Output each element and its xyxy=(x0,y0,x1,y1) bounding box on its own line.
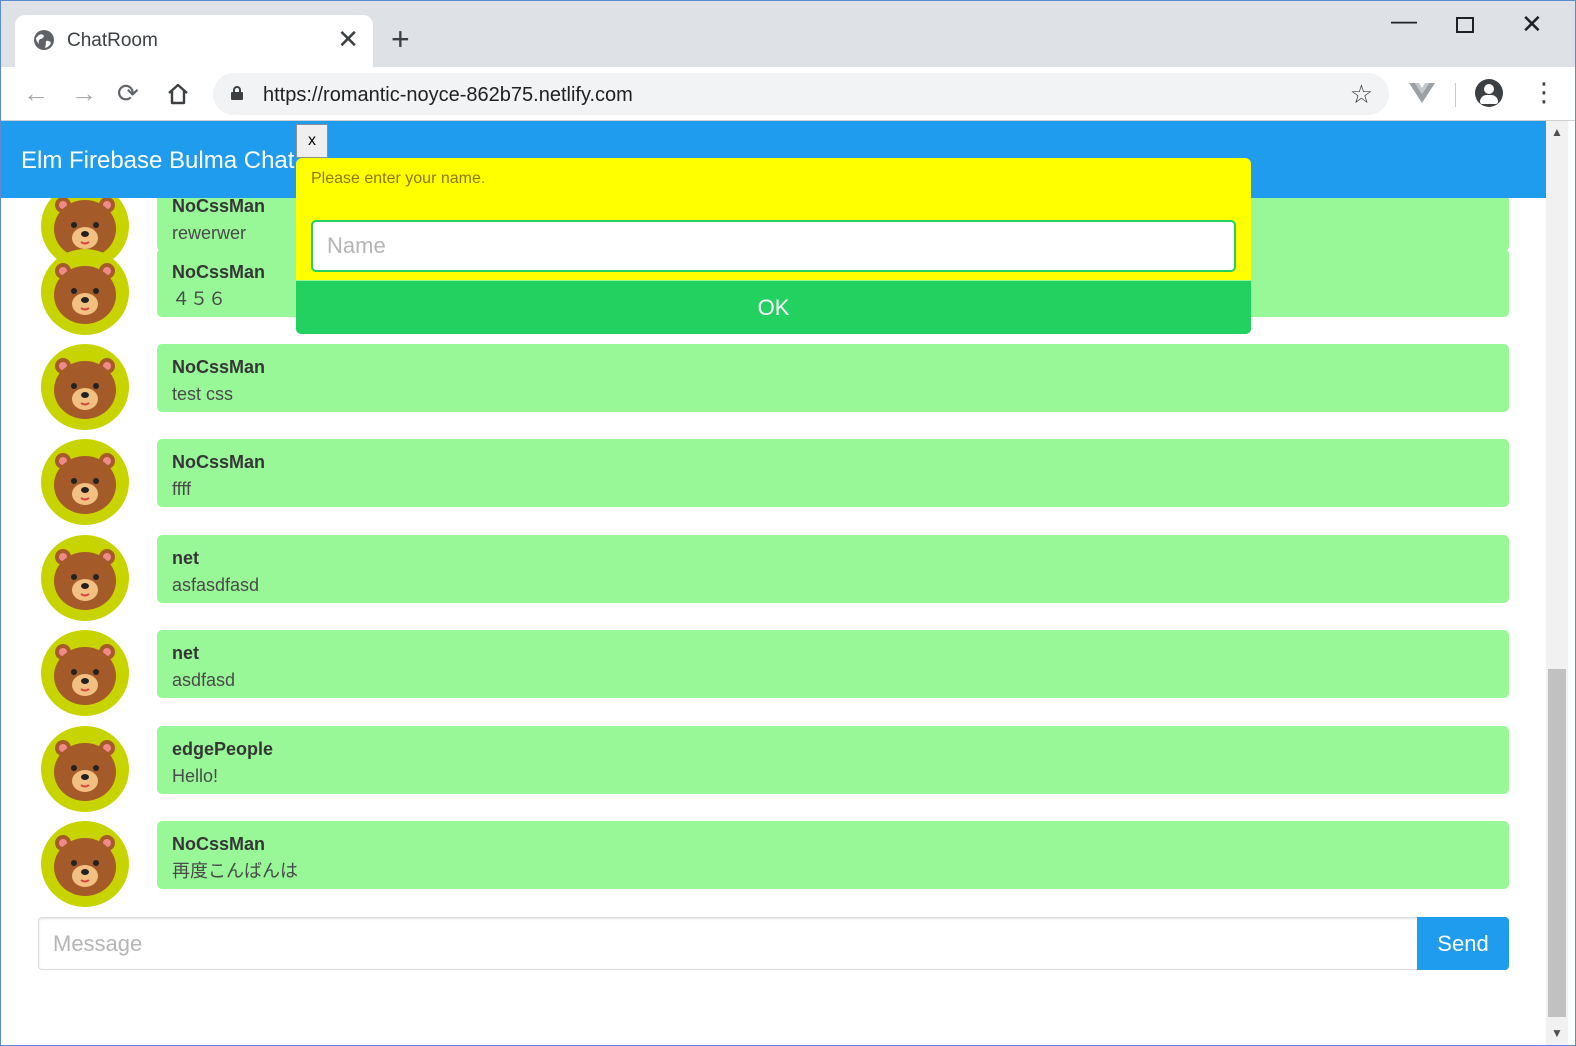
name-input[interactable] xyxy=(311,220,1236,272)
ok-button[interactable]: OK xyxy=(296,281,1251,334)
home-icon[interactable] xyxy=(165,81,191,107)
scroll-up-arrow-icon[interactable]: ▲ xyxy=(1551,125,1563,139)
browser-toolbar: ← → ⟳ https://romantic-noyce-862b75.netl… xyxy=(1,67,1575,121)
message-text: test css xyxy=(172,384,234,404)
lock-icon xyxy=(231,86,243,100)
page-viewport: NoCssMan rewerwer NoCssMan ４５６ NoCssMan … xyxy=(1,121,1546,1045)
message-item: NoCssMan test css xyxy=(41,344,1509,430)
modal-close-button[interactable]: x xyxy=(296,124,328,158)
message-author: edgePeople xyxy=(172,739,274,759)
window-close-button[interactable]: ✕ xyxy=(1521,9,1543,40)
name-prompt: Please enter your name. xyxy=(311,170,486,187)
message-author: NoCssMan xyxy=(172,834,266,854)
app-brand[interactable]: Elm Firebase Bulma Chat xyxy=(21,147,294,175)
bear-avatar xyxy=(41,249,129,335)
message-item: NoCssMan ffff xyxy=(41,439,1509,525)
bear-avatar xyxy=(41,535,129,621)
new-tab-button[interactable]: + xyxy=(391,21,410,57)
message-item: net asdfasd xyxy=(41,630,1509,716)
message-text: Hello! xyxy=(172,766,219,786)
minimize-button[interactable]: — xyxy=(1391,5,1417,36)
toolbar-separator xyxy=(1455,83,1456,107)
bear-avatar xyxy=(41,821,129,907)
menu-kebab-icon[interactable]: ⋮ xyxy=(1531,77,1557,107)
reload-icon[interactable]: ⟳ xyxy=(117,79,139,107)
globe-icon xyxy=(34,30,54,50)
message-author: net xyxy=(172,548,199,568)
browser-window: ChatRoom ✕ + — ✕ ← → ⟳ https://romantic-… xyxy=(0,0,1576,1046)
page-scrollbar[interactable]: ▲ ▼ xyxy=(1546,121,1568,1045)
forward-arrow-icon[interactable]: → xyxy=(71,79,97,107)
bear-avatar xyxy=(41,344,129,430)
back-arrow-icon[interactable]: ← xyxy=(23,79,49,107)
message-bubble: NoCssMan test css xyxy=(157,344,1509,412)
scroll-down-arrow-icon[interactable]: ▼ xyxy=(1551,1026,1563,1040)
vuejs-extension-icon[interactable] xyxy=(1407,81,1437,105)
bookmark-star-icon[interactable]: ☆ xyxy=(1350,79,1373,110)
name-modal: Please enter your name. xyxy=(296,158,1251,280)
tab-close-icon[interactable]: ✕ xyxy=(337,25,359,53)
send-button[interactable]: Send xyxy=(1417,917,1509,970)
address-bar[interactable]: https://romantic-noyce-862b75.netlify.co… xyxy=(213,73,1389,115)
bear-avatar xyxy=(41,630,129,716)
message-item: net asfasdfasd xyxy=(41,535,1509,621)
scrollbar-thumb[interactable] xyxy=(1548,669,1566,1017)
bear-avatar xyxy=(41,439,129,525)
tab-title: ChatRoom xyxy=(67,30,158,51)
message-input[interactable] xyxy=(38,917,1418,970)
message-text: asdfasd xyxy=(172,670,236,690)
maximize-button[interactable] xyxy=(1456,17,1474,33)
message-bubble: edgePeople Hello! xyxy=(157,726,1509,794)
message-author: NoCssMan xyxy=(172,452,266,472)
message-author: NoCssMan xyxy=(172,357,266,377)
bear-avatar xyxy=(41,726,129,812)
message-item: edgePeople Hello! xyxy=(41,726,1509,812)
message-bubble: net asfasdfasd xyxy=(157,535,1509,603)
message-text: asfasdfasd xyxy=(172,575,260,595)
message-item: NoCssMan 再度こんばんは xyxy=(41,821,1509,907)
message-author: net xyxy=(172,643,199,663)
message-bubble: NoCssMan 再度こんばんは xyxy=(157,821,1509,889)
browser-tab[interactable]: ChatRoom ✕ xyxy=(15,15,373,67)
message-text: ffff xyxy=(172,479,192,499)
message-text: 再度こんばんは xyxy=(172,861,298,881)
message-bubble: NoCssMan ffff xyxy=(157,439,1509,507)
message-bubble: net asdfasd xyxy=(157,630,1509,698)
url-text[interactable]: https://romantic-noyce-862b75.netlify.co… xyxy=(263,84,633,107)
profile-avatar-icon[interactable] xyxy=(1475,79,1503,107)
tab-strip: ChatRoom ✕ + — ✕ xyxy=(1,1,1575,67)
